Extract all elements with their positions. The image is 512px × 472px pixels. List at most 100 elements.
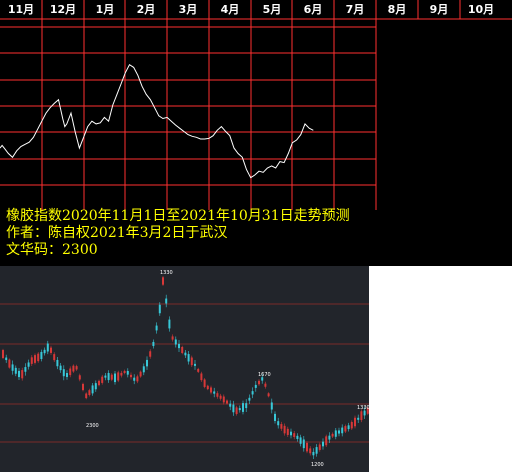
candle-body <box>158 304 161 314</box>
candle-body <box>338 430 340 434</box>
candle-body <box>248 397 251 401</box>
candlestick-chart-panel: 1330 2300 1670 1200 1330 <box>0 266 369 472</box>
candle-body <box>274 413 276 421</box>
candle-annotation: 1200 <box>311 462 324 468</box>
candle-body <box>347 425 350 430</box>
candle-body <box>206 385 209 390</box>
candle-body <box>187 354 190 362</box>
candle-body <box>190 357 193 366</box>
month-label: 12月 <box>49 3 77 16</box>
candle-body <box>350 421 353 429</box>
candle-body <box>222 396 225 403</box>
candle-body <box>267 393 270 397</box>
candle-body <box>30 357 33 364</box>
candle-body <box>130 374 132 378</box>
candle-body <box>219 395 222 399</box>
candle-body <box>194 363 196 366</box>
month-label: 11月 <box>7 3 35 16</box>
candle-body <box>14 367 17 374</box>
candle-body <box>264 383 267 387</box>
candle-body <box>197 368 200 372</box>
candle-body <box>251 391 254 395</box>
candle-body <box>59 365 62 371</box>
candle-body <box>142 366 145 373</box>
candle-body <box>21 370 24 379</box>
candle-body <box>50 347 52 353</box>
candle-body <box>168 319 171 329</box>
candle-body <box>171 336 174 340</box>
candle-body <box>136 376 139 382</box>
candle-body <box>18 370 20 378</box>
candle-body <box>334 430 337 437</box>
candlestick-chart-svg <box>0 276 369 459</box>
candle-body <box>363 410 366 416</box>
candle-body <box>110 374 113 380</box>
candle-body <box>37 353 40 362</box>
candle-body <box>88 390 91 396</box>
candle-body <box>149 351 152 357</box>
candle-body <box>360 411 363 421</box>
candle-body <box>258 380 260 385</box>
candle-body <box>165 298 168 304</box>
candle-body <box>120 372 123 376</box>
candle-body <box>56 359 59 367</box>
candle-body <box>216 393 219 397</box>
forecast-chart-panel: 11月 12月 1月 2月 3月 4月 5月 6月 7月 8月 9月 10月 橡胶指数2020年11月… <box>0 0 512 266</box>
candle-body <box>155 325 158 331</box>
candle-body <box>299 437 302 444</box>
candle-body <box>344 426 347 432</box>
candle-body <box>354 417 356 427</box>
candle-body <box>341 427 344 434</box>
candle-body <box>162 277 164 285</box>
forecast-line <box>0 63 314 179</box>
candle-body <box>78 375 81 380</box>
candle-body <box>5 357 8 361</box>
candle-body <box>133 377 136 381</box>
month-label: 9月 <box>429 3 449 16</box>
candle-body <box>200 373 203 381</box>
candle-body <box>280 424 283 429</box>
candle-body <box>126 370 129 375</box>
month-label: 7月 <box>345 3 365 16</box>
candle-body <box>293 433 296 438</box>
candle-body <box>101 376 104 383</box>
candle-body <box>277 421 280 426</box>
candle-body <box>325 436 328 446</box>
candle-body <box>40 351 43 360</box>
candle-body <box>283 425 286 434</box>
month-label: 1月 <box>95 3 115 16</box>
candle-body <box>82 383 84 391</box>
month-label: 2月 <box>136 3 156 16</box>
candle-body <box>8 359 11 368</box>
candle-body <box>178 343 180 349</box>
candle-body <box>213 391 216 394</box>
candle-body <box>152 341 155 347</box>
candle-body <box>34 355 36 363</box>
candle-body <box>104 375 107 378</box>
month-label: 8月 <box>387 3 407 16</box>
candle-body <box>85 393 88 399</box>
candle-body <box>286 428 289 435</box>
candle-body <box>75 366 78 370</box>
caption-title: 橡胶指数2020年11月1日至2021年10月31日走势预测 <box>6 208 350 224</box>
candle-body <box>235 407 238 415</box>
caption-code: 文华码：2300 <box>6 242 98 258</box>
candle-body <box>72 365 75 372</box>
candle-body <box>270 402 273 410</box>
candle-body <box>229 403 232 407</box>
candle-body <box>139 371 142 377</box>
candle-body <box>357 417 360 420</box>
candle-body <box>242 403 244 412</box>
month-label: 10月 <box>467 3 495 16</box>
candle-body <box>27 362 30 367</box>
candle-body <box>107 372 110 381</box>
candle-body <box>146 359 148 367</box>
caption-author: 作者：陈自权2021年3月2日于武汉 <box>6 225 228 241</box>
candle-body <box>203 379 206 387</box>
candle-body <box>245 403 248 409</box>
candle-body <box>24 367 27 372</box>
candle-annotation: 1670 <box>258 372 271 378</box>
candle-body <box>62 369 65 377</box>
candle-body <box>309 448 312 454</box>
candle-body <box>184 352 187 356</box>
